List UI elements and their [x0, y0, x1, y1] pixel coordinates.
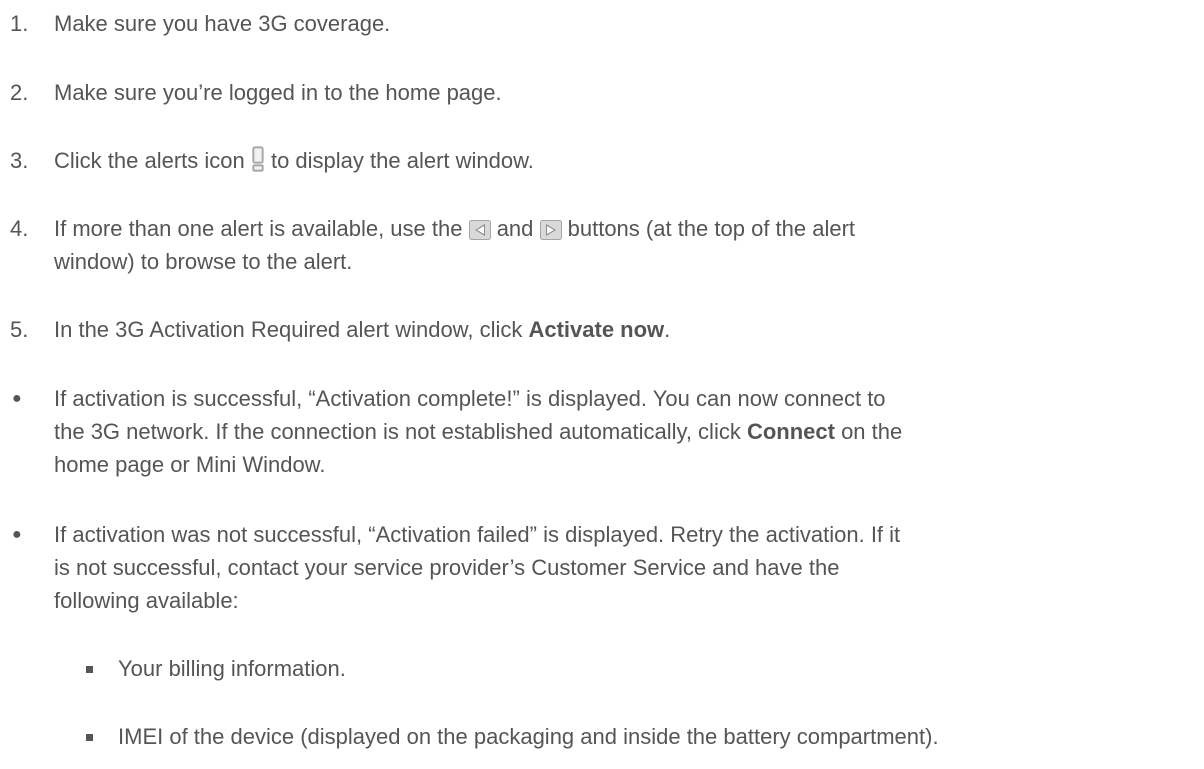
square-bullet	[86, 734, 93, 741]
step-text: In the 3G Activation Required alert wind…	[54, 313, 1194, 346]
bullet-text-line1: If activation is successful, “Activation…	[54, 386, 886, 411]
step-number: 3.	[10, 148, 29, 173]
step-text-before: In the 3G Activation Required alert wind…	[54, 317, 529, 342]
step-number: 2.	[10, 80, 29, 105]
step-text-before: Click the alerts icon	[54, 148, 251, 173]
bullet-bold-action: Connect	[746, 419, 835, 444]
square-bullet	[86, 666, 93, 673]
bullet-dot: ●	[12, 390, 22, 407]
subitem-text: Your billing information.	[118, 656, 346, 681]
alert-exclamation-icon	[251, 146, 265, 181]
step-text-part3: buttons (at the top of the alert	[561, 216, 856, 241]
bullet-text-after: on the	[834, 419, 903, 444]
bullet-text-line3: home page or Mini Window.	[54, 452, 326, 477]
bullet-dot: ●	[12, 526, 22, 543]
bullet-text-line2: the 3G network. If the connection is not…	[54, 415, 1194, 448]
step-number: 1.	[10, 11, 29, 36]
step-text: Click the alerts icon to display the ale…	[54, 144, 1194, 181]
step-number: 4.	[10, 216, 29, 241]
step-text: Make sure you’re logged in to the home p…	[54, 80, 502, 105]
bullet-text-line3: following available:	[54, 588, 239, 613]
step-text-after: .	[664, 317, 671, 342]
step-text-line2: window) to browse to the alert.	[54, 249, 353, 274]
bullet-text-line1: If activation was not successful, “Activ…	[54, 522, 901, 547]
step-bold-action: Activate now	[528, 317, 665, 342]
subitem-text: IMEI of the device (displayed on the pac…	[118, 724, 939, 749]
step-text-part2: and	[490, 216, 540, 241]
step-text: Make sure you have 3G coverage.	[54, 11, 391, 36]
bullet-text-before: the 3G network. If the connection is not…	[54, 419, 747, 444]
step-text-after: to display the alert window.	[264, 148, 534, 173]
step-text: If more than one alert is available, use…	[54, 212, 1194, 249]
step-number: 5.	[10, 317, 29, 342]
bullet-text-line2: is not successful, contact your service …	[54, 555, 840, 580]
step-text-part1: If more than one alert is available, use…	[54, 216, 469, 241]
